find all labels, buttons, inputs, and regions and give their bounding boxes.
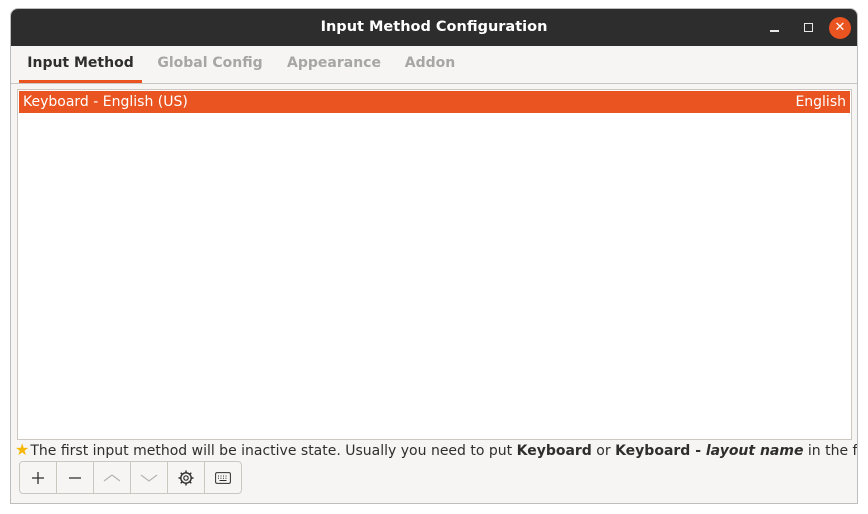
tab-input-method[interactable]: Input Method: [19, 46, 142, 83]
config-window: Input Method Configuration ✕ Input Metho…: [10, 8, 858, 504]
tab-addon[interactable]: Addon: [398, 46, 462, 83]
keyboard-layout-icon: [215, 471, 231, 484]
input-method-name: Keyboard - English (US): [23, 94, 188, 110]
close-icon: ✕: [834, 20, 846, 35]
list-toolbar: [19, 461, 242, 494]
maximize-button[interactable]: [797, 17, 819, 39]
hint-keyword-keyboard-layout: Keyboard -: [615, 443, 706, 459]
tab-appearance[interactable]: Appearance: [283, 46, 385, 83]
configure-button[interactable]: [168, 462, 205, 493]
window-title: Input Method Configuration: [320, 19, 548, 35]
input-method-language: English: [795, 94, 846, 110]
list-item[interactable]: Keyboard - English (US) English: [19, 91, 850, 113]
move-up-icon: [103, 473, 121, 481]
move-up-button[interactable]: [94, 462, 131, 493]
move-down-icon: [140, 474, 158, 482]
move-down-button[interactable]: [131, 462, 168, 493]
add-button[interactable]: [20, 462, 57, 493]
hint-keyword-keyboard: Keyboard: [516, 443, 592, 459]
hint-prefix: The first input method will be inactive …: [30, 443, 517, 459]
minimize-icon: [769, 29, 779, 32]
keyboard-layout-button[interactable]: [205, 462, 241, 493]
close-button[interactable]: ✕: [829, 17, 851, 39]
tab-bar: Input Method Global Config Appearance Ad…: [11, 46, 857, 84]
input-method-list[interactable]: Keyboard - English (US) English: [17, 89, 852, 440]
maximize-icon: [803, 23, 813, 32]
minimize-button[interactable]: [763, 17, 785, 39]
configure-icon: [178, 470, 194, 485]
title-bar[interactable]: Input Method Configuration ✕: [11, 9, 857, 46]
hint-mid: or: [591, 443, 616, 459]
add-icon: [32, 471, 44, 484]
hint-keyword-layout-name: layout name: [705, 443, 804, 459]
remove-button[interactable]: [57, 462, 94, 493]
tab-global-config[interactable]: Global Config: [154, 46, 266, 83]
hint-suffix: in the first place.: [807, 443, 857, 459]
remove-icon: [69, 476, 81, 479]
hint-text: ★The first input method will be inactive…: [15, 440, 857, 460]
star-icon: ★: [15, 440, 30, 459]
